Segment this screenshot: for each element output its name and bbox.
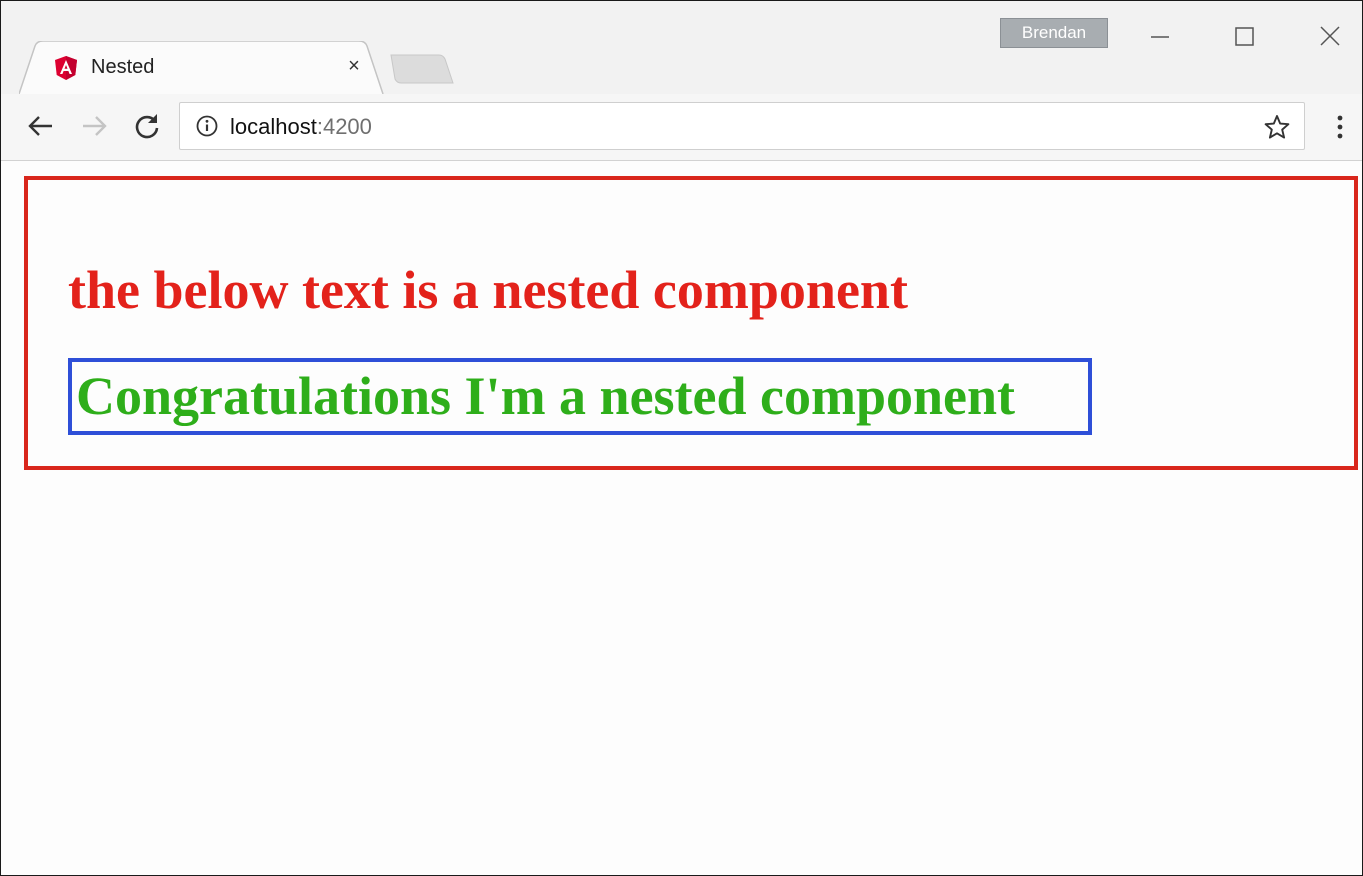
maximize-icon[interactable] xyxy=(1221,15,1267,55)
page-viewport: the below text is a nested component Con… xyxy=(1,161,1362,875)
profile-badge[interactable]: Brendan xyxy=(1000,18,1108,48)
star-icon[interactable] xyxy=(1264,114,1290,140)
tab-nested[interactable]: Nested × xyxy=(19,41,391,94)
parent-component: the below text is a nested component Con… xyxy=(24,176,1358,470)
browser-toolbar: localhost:4200 xyxy=(1,94,1362,161)
reload-icon[interactable] xyxy=(132,111,162,141)
address-bar[interactable]: localhost:4200 xyxy=(179,102,1305,150)
minimize-icon[interactable] xyxy=(1137,15,1183,55)
kebab-menu-icon[interactable] xyxy=(1327,113,1353,141)
tab-title: Nested xyxy=(91,56,155,78)
info-icon[interactable] xyxy=(196,115,218,137)
tab-close-icon[interactable]: × xyxy=(343,55,365,77)
new-tab-button[interactable] xyxy=(387,53,455,85)
browser-window: Nested × Brendan localhost:4200 the belo… xyxy=(0,0,1363,876)
tab-strip: Nested × Brendan xyxy=(1,1,1362,94)
back-arrow-icon[interactable] xyxy=(26,111,56,141)
angular-logo-icon xyxy=(55,56,77,80)
url-port: :4200 xyxy=(316,114,372,139)
nested-component-text: Congratulations I'm a nested component xyxy=(76,366,1016,426)
url-text[interactable]: localhost:4200 xyxy=(230,114,372,140)
parent-heading: the below text is a nested component xyxy=(68,260,908,320)
forward-arrow-icon[interactable] xyxy=(79,111,109,141)
close-icon[interactable] xyxy=(1307,15,1353,55)
nested-component: Congratulations I'm a nested component xyxy=(68,358,1092,435)
url-host: localhost xyxy=(230,114,317,139)
